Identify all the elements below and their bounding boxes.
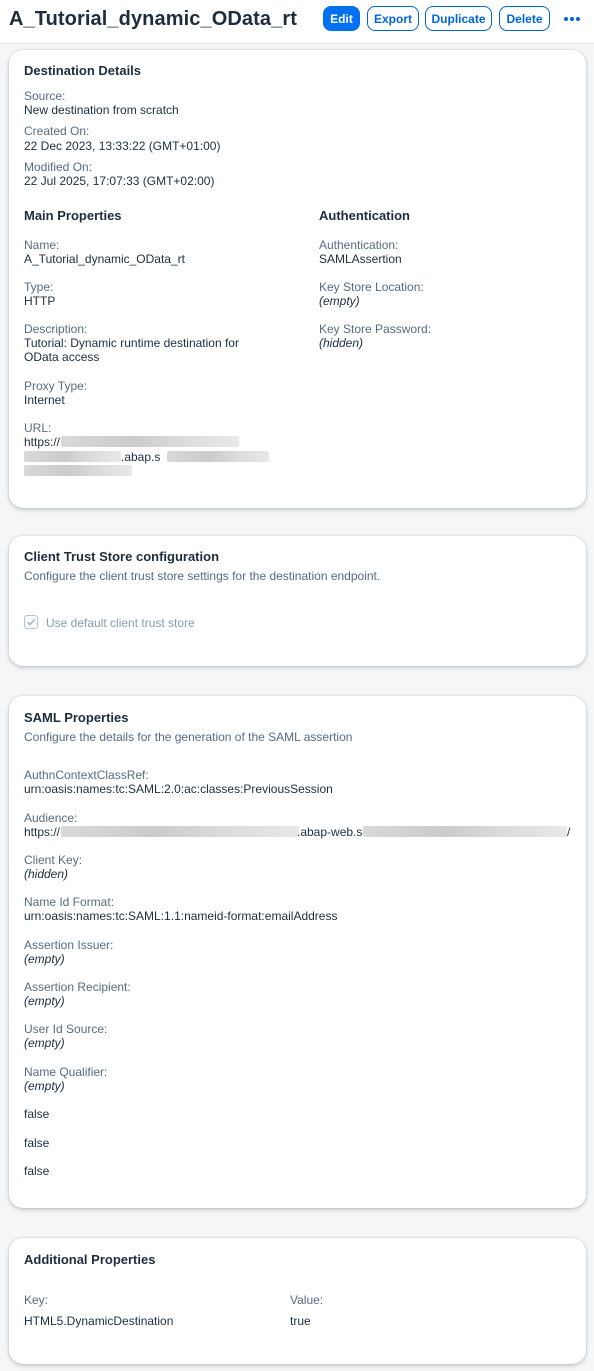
source-value: New destination from scratch <box>24 103 179 117</box>
url-redacted-3 <box>167 451 269 462</box>
name-id-format-value: urn:oasis:names:tc:SAML:1.1:nameid-forma… <box>24 909 338 923</box>
saml-heading: SAML Properties <box>24 710 129 725</box>
created-on-label: Created On: <box>24 124 90 138</box>
assertion-issuer-value: (empty) <box>24 952 65 966</box>
destination-details-card: Destination Details Source: New destinat… <box>9 50 586 508</box>
user-id-source-value: (empty) <box>24 1036 65 1050</box>
saml-flag-3: false <box>24 1164 50 1178</box>
checkmark-icon <box>27 618 36 626</box>
use-default-trust-store-checkbox[interactable] <box>24 615 38 629</box>
key-column-label: Key: <box>24 1293 49 1307</box>
description-value-line2: OData access <box>24 350 100 364</box>
audience-redacted-2 <box>363 826 567 837</box>
type-value: HTTP <box>24 294 56 308</box>
authn-context-label: AuthnContextClassRef: <box>24 768 149 782</box>
audience-mid: .abap-web.s <box>297 825 363 839</box>
client-trust-heading: Client Trust Store configuration <box>24 549 220 564</box>
audience-suffix: / <box>567 825 571 839</box>
page-header: A_Tutorial_dynamic_OData_rt Edit Export … <box>0 0 594 44</box>
saml-subtitle: Configure the details for the generation… <box>24 730 353 744</box>
additional-properties-card: Additional Properties Key: Value: HTML5.… <box>9 1238 586 1364</box>
authentication-label: Authentication: <box>319 238 399 252</box>
key-store-location-label: Key Store Location: <box>319 280 424 294</box>
url-redacted-1 <box>61 436 239 447</box>
page-title: A_Tutorial_dynamic_OData_rt <box>9 8 297 30</box>
url-redacted-4 <box>24 465 132 476</box>
name-label: Name: <box>24 238 60 252</box>
proxy-type-value: Internet <box>24 393 65 407</box>
destination-details-heading: Destination Details <box>24 63 142 78</box>
created-on-value: 22 Dec 2023, 13:33:22 (GMT+01:00) <box>24 139 221 153</box>
assertion-issuer-label: Assertion Issuer: <box>24 938 114 952</box>
property-key: HTML5.DynamicDestination <box>24 1314 174 1328</box>
saml-flag-1: false <box>24 1107 50 1121</box>
assertion-recipient-value: (empty) <box>24 994 65 1008</box>
url-fragment: .abap.s <box>121 450 161 464</box>
authentication-heading: Authentication <box>319 208 410 223</box>
client-key-value: (hidden) <box>24 867 69 881</box>
type-label: Type: <box>24 280 54 294</box>
client-key-label: Client Key: <box>24 853 83 867</box>
url-prefix: https:// <box>24 435 61 449</box>
edit-button[interactable]: Edit <box>323 6 360 31</box>
audience-redacted-1 <box>61 826 299 837</box>
name-qualifier-label: Name Qualifier: <box>24 1065 108 1079</box>
url-redacted-2 <box>24 451 121 462</box>
modified-on-label: Modified On: <box>24 160 93 174</box>
url-label: URL: <box>24 421 52 435</box>
key-store-password-label: Key Store Password: <box>319 322 432 336</box>
value-column-label: Value: <box>290 1293 324 1307</box>
saml-flag-2: false <box>24 1136 50 1150</box>
description-value-line1: Tutorial: Dynamic runtime destination fo… <box>24 336 239 350</box>
user-id-source-label: User Id Source: <box>24 1022 108 1036</box>
use-default-trust-store-label: Use default client trust store <box>46 616 195 630</box>
name-id-format-label: Name Id Format: <box>24 895 115 909</box>
source-label: Source: <box>24 89 66 103</box>
delete-button[interactable]: Delete <box>499 6 550 31</box>
assertion-recipient-label: Assertion Recipient: <box>24 980 131 994</box>
saml-properties-card: SAML Properties Configure the details fo… <box>9 696 586 1208</box>
authentication-value: SAMLAssertion <box>319 252 402 266</box>
key-store-location-value: (empty) <box>319 294 360 308</box>
main-properties-heading: Main Properties <box>24 208 122 223</box>
proxy-type-label: Proxy Type: <box>24 379 88 393</box>
authn-context-value: urn:oasis:names:tc:SAML:2.0:ac:classes:P… <box>24 782 333 796</box>
more-options-icon[interactable] <box>561 10 583 28</box>
export-button[interactable]: Export <box>367 6 419 31</box>
additional-heading: Additional Properties <box>24 1252 156 1267</box>
property-value: true <box>290 1314 311 1328</box>
duplicate-button[interactable]: Duplicate <box>425 6 492 31</box>
description-label: Description: <box>24 322 88 336</box>
audience-prefix: https:// <box>24 825 61 839</box>
modified-on-value: 22 Jul 2025, 17:07:33 (GMT+02:00) <box>24 174 215 188</box>
name-qualifier-value: (empty) <box>24 1079 65 1093</box>
client-trust-subtitle: Configure the client trust store setting… <box>24 569 381 583</box>
name-value: A_Tutorial_dynamic_OData_rt <box>24 252 185 266</box>
client-trust-store-card: Client Trust Store configuration Configu… <box>9 536 586 666</box>
audience-label: Audience: <box>24 811 78 825</box>
key-store-password-value: (hidden) <box>319 336 364 350</box>
